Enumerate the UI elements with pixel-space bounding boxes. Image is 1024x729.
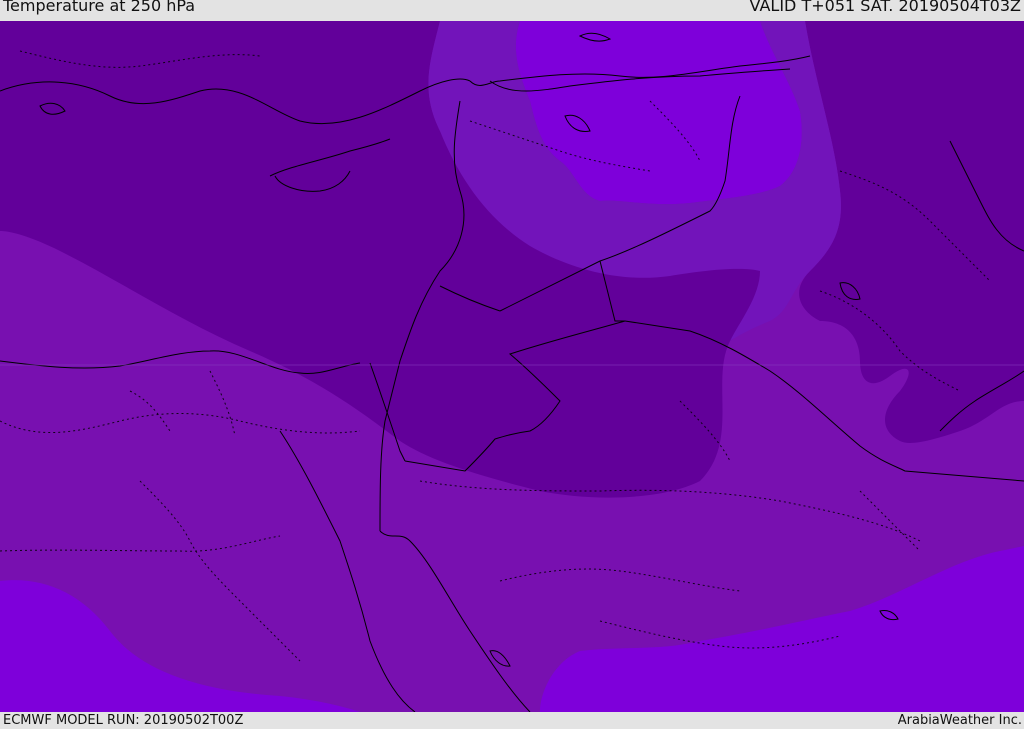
footer-bar: ECMWF MODEL RUN: 20190502T00Z ArabiaWeat… <box>0 712 1024 729</box>
map-title: Temperature at 250 hPa <box>3 0 196 15</box>
header-bar: Temperature at 250 hPa VALID T+051 SAT. … <box>0 0 1024 21</box>
temperature-map <box>0 21 1024 712</box>
valid-time: VALID T+051 SAT. 20190504T03Z <box>749 0 1021 15</box>
map-canvas <box>0 21 1024 712</box>
credit-label: ArabiaWeather Inc. <box>897 713 1022 728</box>
model-run-label: ECMWF MODEL RUN: 20190502T00Z <box>3 713 244 728</box>
